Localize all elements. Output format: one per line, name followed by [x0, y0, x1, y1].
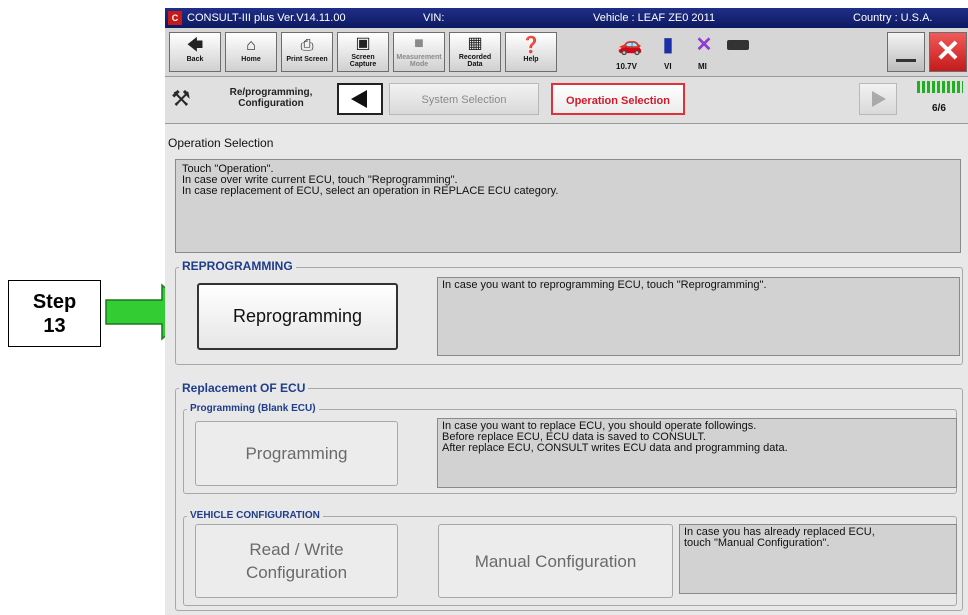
- instructions-box: Touch "Operation". In case over write cu…: [175, 159, 961, 253]
- reprogramming-tool-icon: ⚒: [171, 86, 191, 111]
- toolbar: 🡄 Back ⌂ Home ⎙ Print Screen ▣ Screen Ca…: [165, 28, 968, 77]
- nav-back-button[interactable]: [337, 83, 383, 115]
- car-icon: 🚗: [617, 34, 643, 56]
- back-arrow-icon: 🡄: [186, 37, 204, 54]
- programming-blank-ecu-label: Programming (Blank ECU): [187, 403, 319, 414]
- help-button[interactable]: ❓ Help: [505, 32, 557, 72]
- help-icon: ❓: [521, 37, 541, 54]
- reprogramming-group-label: REPROGRAMMING: [179, 259, 296, 273]
- manual-configuration-button[interactable]: Manual Configuration: [438, 524, 673, 598]
- progress-indicator: [917, 81, 963, 93]
- back-button[interactable]: 🡄 Back: [169, 32, 221, 72]
- step-label: Step: [32, 290, 77, 313]
- replacement-ecu-label: Replacement OF ECU: [179, 381, 309, 395]
- home-button[interactable]: ⌂ Home: [225, 32, 277, 72]
- read-write-configuration-button[interactable]: Read / Write Configuration: [195, 524, 398, 598]
- recorded-data-icon: ▦: [467, 35, 483, 52]
- mi-disconnected-icon: ✕: [695, 34, 713, 56]
- vehicle-label: Vehicle : LEAF ZE0 2011: [593, 12, 716, 24]
- camera-icon: ▣: [355, 35, 371, 52]
- page-title: Operation Selection: [168, 136, 274, 150]
- print-screen-button[interactable]: ⎙ Print Screen: [281, 32, 333, 72]
- reprogramming-button[interactable]: Reprogramming: [197, 283, 398, 350]
- programming-button[interactable]: Programming: [195, 421, 398, 486]
- programming-description: In case you want to replace ECU, you sho…: [437, 418, 957, 488]
- mi-label: MI: [698, 62, 707, 71]
- right-triangle-icon: [872, 91, 886, 107]
- vehicle-configuration-description: In case you has already replaced ECU, to…: [679, 524, 957, 594]
- battery-icon: [725, 34, 751, 50]
- close-button[interactable]: ✕: [929, 32, 967, 72]
- left-triangle-icon: [351, 90, 367, 108]
- page-indicator: 6/6: [932, 103, 946, 114]
- consult-window: C CONSULT-III plus Ver.V14.11.00 VIN: Ve…: [165, 8, 968, 615]
- breadcrumb-reprogramming: Re/programming, Configuration: [229, 87, 313, 109]
- home-icon: ⌂: [246, 37, 256, 54]
- measurement-mode-button[interactable]: ■ Measurement Mode: [393, 32, 445, 72]
- nav-forward-button[interactable]: [859, 83, 897, 115]
- step-number: 13: [43, 314, 66, 337]
- recorded-data-button[interactable]: ▦ Recorded Data: [449, 32, 501, 72]
- instruction-line: In case replacement of ECU, select an op…: [182, 185, 559, 197]
- breadcrumb-operation-selection[interactable]: Operation Selection: [551, 83, 685, 115]
- country-label: Country : U.S.A.: [853, 12, 933, 24]
- step-callout: Step 13: [8, 280, 101, 347]
- screen-capture-button[interactable]: ▣ Screen Capture: [337, 32, 389, 72]
- reprogramming-description: In case you want to reprogramming ECU, t…: [437, 277, 960, 356]
- printer-icon: ⎙: [300, 37, 314, 54]
- battery-voltage: 10.7V: [616, 62, 637, 71]
- title-bar: C CONSULT-III plus Ver.V14.11.00 VIN: Ve…: [165, 8, 968, 28]
- measurement-icon: ■: [414, 35, 424, 52]
- vi-icon: ▮: [662, 34, 674, 56]
- vi-label: VI: [664, 62, 672, 71]
- minimize-button[interactable]: [887, 32, 925, 72]
- navigation-bar: ⚒ Re/programming, Configuration System S…: [165, 77, 968, 124]
- app-icon: C: [168, 11, 182, 25]
- window-title: CONSULT-III plus Ver.V14.11.00: [187, 12, 346, 24]
- vin-label: VIN:: [423, 12, 445, 24]
- close-icon: ✕: [935, 35, 961, 68]
- vehicle-configuration-label: VEHICLE CONFIGURATION: [187, 510, 323, 521]
- breadcrumb-system-selection[interactable]: System Selection: [389, 83, 539, 115]
